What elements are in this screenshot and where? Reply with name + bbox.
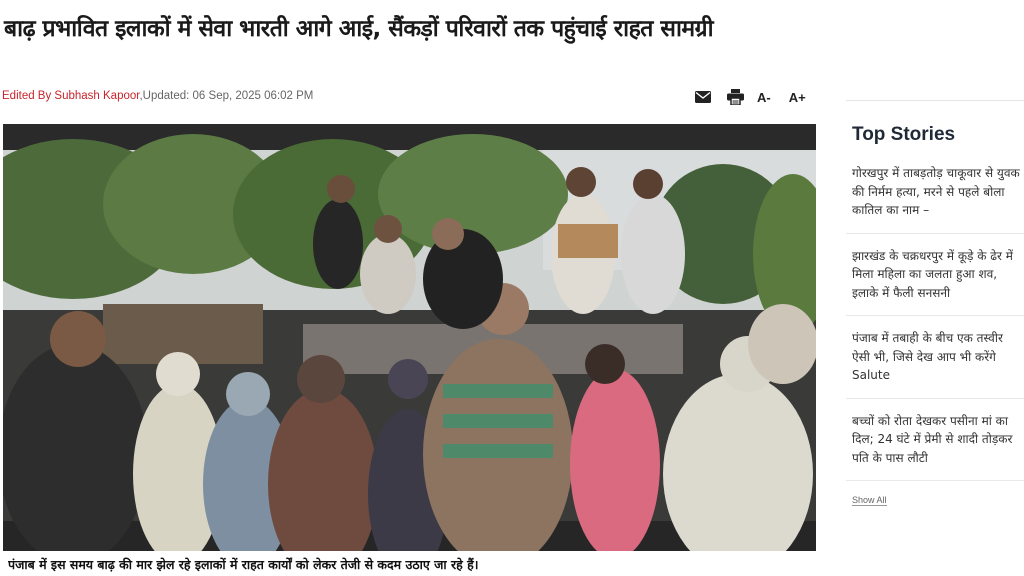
article-headline: बाढ़ प्रभावित इलाकों में सेवा भारती आगे … — [4, 16, 714, 42]
byline: Edited By Subhash Kapoor,Updated: 06 Sep… — [2, 90, 313, 102]
story-link[interactable]: गोरखपुर में ताबड़तोड़ चाकूवार से युवक की… — [846, 164, 1024, 220]
sidebar-divider — [846, 100, 1024, 101]
photo-caption: पंजाब में इस समय बाढ़ की मार झेल रहे इला… — [8, 557, 479, 572]
article-toolbar: A- A+ — [693, 86, 824, 108]
top-stories-sidebar: Top Stories गोरखपुर में ताबड़तोड़ चाकूवा… — [846, 100, 1024, 507]
top-stories-title: Top Stories — [852, 124, 956, 145]
story-link[interactable]: पंजाब में तबाही के बीच एक तस्वीर ऐसी भी,… — [846, 329, 1024, 385]
story-divider — [846, 480, 1024, 481]
story-link[interactable]: बच्चों को रोता देखकर पसीना मां का दिल; 2… — [846, 412, 1024, 468]
show-all-link[interactable]: Show All — [852, 495, 887, 506]
print-icon[interactable] — [725, 87, 745, 107]
font-increase-button[interactable]: A+ — [789, 87, 806, 107]
article-photo — [3, 124, 816, 551]
editor-name[interactable]: Edited By Subhash Kapoor — [2, 90, 139, 102]
story-link[interactable]: झारखंड के चक्रधरपुर में कूड़े के ढेर में… — [846, 247, 1024, 303]
email-icon[interactable] — [693, 87, 713, 107]
updated-timestamp: ,Updated: 06 Sep, 2025 06:02 PM — [139, 90, 314, 102]
font-decrease-button[interactable]: A- — [757, 87, 771, 107]
